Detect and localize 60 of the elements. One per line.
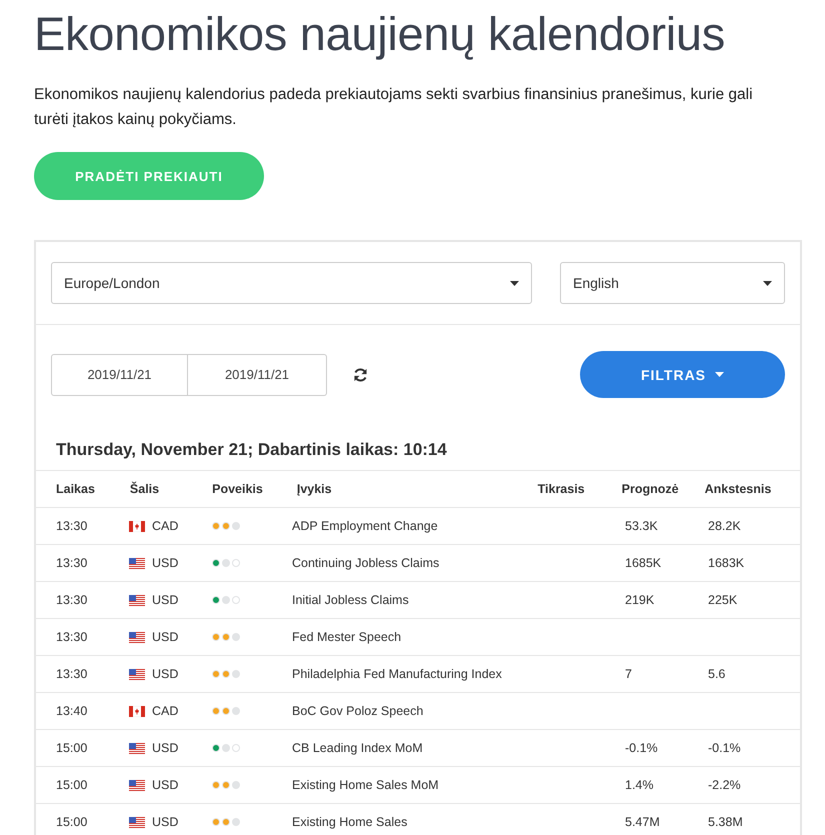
intro-text: Ekonomikos naujienų kalendorius padeda prekiautojams sekti svarbius finansinius pranešimus, kurie gali turėti įtakos kainų pokyčiams. [34, 85, 754, 130]
day-heading: Thursday, November 21; Dabartinis laikas: 10:14 [55, 439, 448, 461]
forecast-cell: -0.1% [625, 741, 658, 755]
language-select[interactable]: English [560, 262, 785, 304]
page-title: Ekonomikos naujienų kalendorius [34, 6, 725, 62]
event-cell-text: ADP Employment Change [292, 519, 439, 533]
time-cell-text: 13:30 [56, 667, 88, 681]
forecast-cell: 53.3K [625, 519, 658, 533]
time-cell-text: 13:30 [56, 593, 88, 607]
filter-button[interactable]: FILTRAS [580, 351, 785, 398]
time-cell-text: 13:30 [56, 556, 88, 570]
event-cell-text: Initial Jobless Claims [292, 593, 410, 607]
time-cell-text: 13:30 [56, 519, 88, 533]
time-cell-text: 15:00 [56, 778, 88, 792]
time-cell-text: 13:40 [56, 704, 88, 718]
timezone-select[interactable]: Europe/London [51, 262, 532, 304]
date-to-field[interactable]: 2019/11/21 [188, 354, 327, 396]
previous-cell: 5.6 [708, 667, 726, 681]
column-header: Poveikis [212, 482, 263, 496]
currency-code: USD [152, 556, 178, 570]
currency-code: USD [152, 593, 178, 607]
previous-cell: 28.2K [708, 519, 741, 533]
time-cell-text: 13:30 [56, 630, 88, 644]
previous-cell: -0.1% [708, 741, 741, 755]
caret-icon [510, 280, 519, 286]
forecast-cell: 1685K [625, 556, 662, 570]
previous-cell: 5.38M [708, 815, 743, 829]
event-cell-text: Continuing Jobless Claims [292, 556, 440, 570]
event-cell-text: Philadelphia Fed Manufacturing Index [292, 667, 503, 681]
column-header: Įvykis [296, 482, 332, 496]
column-header: Šalis [130, 482, 160, 496]
forecast-cell: 219K [625, 593, 654, 607]
event-cell-text: BoC Gov Poloz Speech [292, 704, 424, 718]
event-cell-text: Existing Home Sales MoM [292, 778, 440, 792]
currency-code: CAD [152, 519, 178, 533]
currency-code: CAD [152, 704, 178, 718]
currency-code: USD [152, 630, 178, 644]
currency-code: USD [152, 667, 178, 681]
event-cell-text: Existing Home Sales [292, 815, 408, 829]
currency-code: USD [152, 778, 178, 792]
time-cell-text: 15:00 [56, 815, 88, 829]
column-header: Tikrasis [538, 482, 585, 496]
forecast-cell: 1.4% [625, 778, 654, 792]
caret-icon [715, 372, 724, 377]
currency-code: USD [152, 741, 178, 755]
caret-icon [763, 280, 772, 286]
forecast-cell: 5.47M [625, 815, 660, 829]
event-cell-text: Fed Mester Speech [292, 630, 402, 644]
event-cell-text: CB Leading Index MoM [292, 741, 424, 755]
previous-cell: -2.2% [708, 778, 741, 792]
column-header: Ankstesnis [704, 482, 772, 496]
time-cell-text: 15:00 [56, 741, 88, 755]
date-from-field[interactable]: 2019/11/21 [51, 354, 188, 396]
previous-cell: 225K [708, 593, 738, 607]
column-header: Prognozė [622, 482, 679, 496]
refresh-icon[interactable] [353, 368, 368, 382]
currency-code: USD [152, 815, 178, 829]
forecast-cell: 7 [625, 667, 632, 681]
column-header: Laikas [56, 482, 95, 496]
previous-cell: 1683K [708, 556, 744, 570]
